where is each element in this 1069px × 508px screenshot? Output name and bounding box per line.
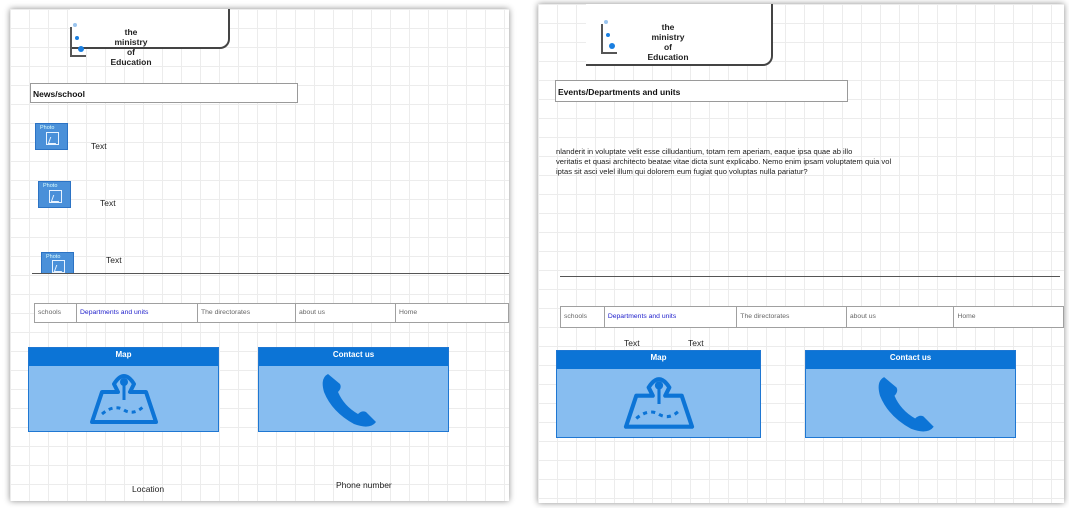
nav-bar: schools Departments and units The direct… xyxy=(34,303,509,323)
nav-item-directorates[interactable]: The directorates xyxy=(737,307,847,327)
nav-item-schools[interactable]: schools xyxy=(561,307,605,327)
body-paragraph: nlanderit in voluptate velit esse cillud… xyxy=(556,147,892,176)
nav-item-home[interactable]: Home xyxy=(954,307,1063,327)
nav-item-home[interactable]: Home xyxy=(396,304,508,322)
map-card-title: Map xyxy=(29,348,218,366)
contact-card-title: Contact us xyxy=(259,348,448,366)
nav-item-about[interactable]: about us xyxy=(296,304,396,322)
phone-icon xyxy=(322,374,376,427)
map-card[interactable]: Map xyxy=(556,350,761,438)
nav-item-directorates[interactable]: The directorates xyxy=(198,304,296,322)
left-page-mockup: the ministry of Education News/school Ph… xyxy=(10,9,509,501)
contact-card[interactable]: Contact us xyxy=(258,347,449,432)
right-page-mockup: the ministry of Education Events/Departm… xyxy=(538,4,1064,503)
map-pin-icon xyxy=(89,374,158,424)
location-label: Location xyxy=(132,484,165,494)
phone-icon xyxy=(878,377,934,432)
contact-card[interactable]: Contact us xyxy=(805,350,1016,438)
map-card[interactable]: Map xyxy=(28,347,219,432)
nav-item-schools[interactable]: schools xyxy=(35,304,77,322)
nav-item-about[interactable]: about us xyxy=(847,307,955,327)
map-pin-icon xyxy=(623,377,694,429)
divider xyxy=(560,276,1060,277)
logo-header: the ministry of Education xyxy=(586,4,773,66)
photo-icon: Photo xyxy=(41,252,74,274)
nav-item-departments[interactable]: Departments and units xyxy=(77,304,198,322)
map-card-title: Map xyxy=(557,351,760,369)
news-item-text: Text xyxy=(100,198,116,208)
logo-text: the ministry of Education xyxy=(110,27,152,67)
contact-card-title: Contact us xyxy=(806,351,1015,369)
under-nav-text: Text xyxy=(688,338,704,348)
nav-bar: schools Departments and units The direct… xyxy=(560,306,1064,328)
divider xyxy=(32,273,509,274)
logo-text: the ministry of Education xyxy=(647,22,689,62)
photo-icon: Photo xyxy=(38,181,71,208)
phone-number-label: Phone number xyxy=(336,480,392,490)
page-title: Events/Departments and units xyxy=(555,80,848,102)
photo-icon: Photo xyxy=(35,123,68,150)
nav-item-departments[interactable]: Departments and units xyxy=(605,307,738,327)
page-title: News/school xyxy=(30,83,298,103)
news-item-text: Text xyxy=(91,141,107,151)
news-item-text: Text xyxy=(106,255,122,265)
logo-header: the ministry of Education xyxy=(70,9,230,67)
under-nav-text: Text xyxy=(624,338,640,348)
